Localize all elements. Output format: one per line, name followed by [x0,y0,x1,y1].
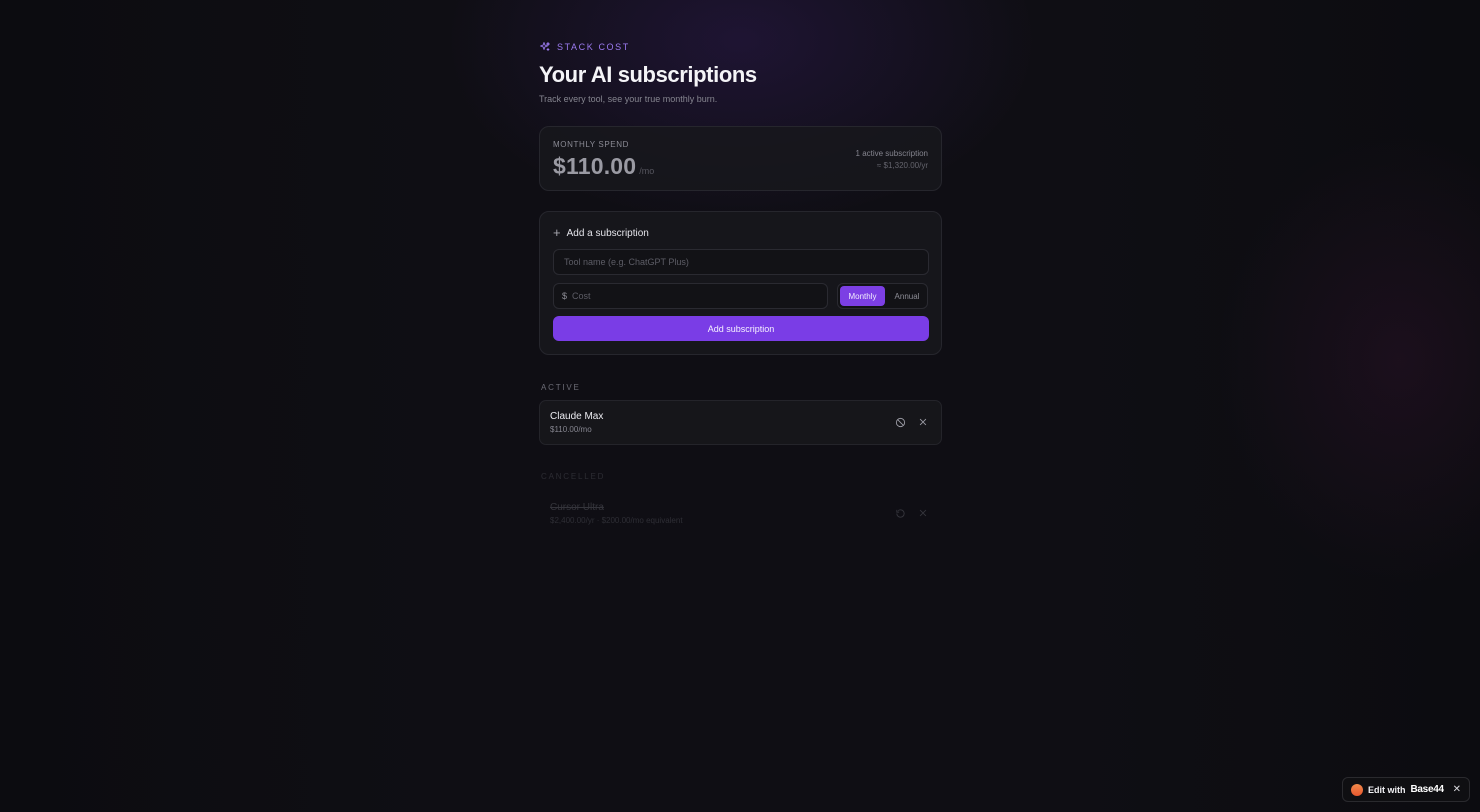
spend-meta: 1 active subscription ≈ $1,320.00/yr [856,148,928,172]
edit-with-base44-badge[interactable]: Edit with Base44 ✕ [1342,777,1470,802]
add-subscription-button[interactable]: Add subscription [553,316,929,341]
currency-symbol: $ [562,291,568,301]
close-icon[interactable]: ✕ [1453,784,1461,795]
tool-name-input[interactable]: Tool name (e.g. ChatGPT Plus) [553,249,929,275]
monthly-spend-card: MONTHLY SPEND $110.00 /mo 1 active subsc… [539,126,942,191]
cancelled-section-label: CANCELLED [541,472,606,481]
brand-label: STACK COST [557,42,630,52]
add-heading: + Add a subscription [553,226,928,240]
badge-prefix: Edit with [1368,784,1406,795]
remove-icon[interactable] [917,507,929,519]
cost-placeholder: Cost [572,291,591,301]
billing-toggle: Monthly Annual [837,283,928,309]
page-title: Your AI subscriptions [539,62,757,87]
billing-monthly-option[interactable]: Monthly [840,286,885,306]
cost-row: $ Cost Monthly Annual [553,283,928,309]
cost-input[interactable]: $ Cost [553,283,828,309]
subscription-name: Cursor Ultra [550,502,604,513]
subscription-price: $2,400.00/yr · $200.00/mo equivalent [550,516,683,525]
active-count: 1 active subscription [855,149,928,158]
subscription-price: $110.00/mo [550,425,592,434]
billing-annual-option[interactable]: Annual [888,286,926,306]
spend-amount: $110.00 [553,153,637,179]
row-actions [894,416,929,428]
row-actions [894,507,929,519]
sparkles-icon [539,41,551,53]
subscription-name: Claude Max [550,411,604,422]
restore-icon[interactable] [894,507,906,519]
plus-icon: + [553,225,561,240]
annual-equivalent: ≈ $1,320.00/yr [876,161,928,170]
base44-logo-icon [1351,783,1363,796]
page-subtitle: Track every tool, see your true monthly … [539,94,718,104]
cancel-subscription-icon[interactable] [894,416,906,428]
tool-name-placeholder: Tool name (e.g. ChatGPT Plus) [564,257,689,267]
main-column: STACK COST Your AI subscriptions Track e… [539,40,942,536]
spend-unit: /mo [639,166,655,176]
subscription-row: Claude Max $110.00/mo [539,400,942,445]
brand: STACK COST [539,40,942,54]
add-subscription-card: + Add a subscription Tool name (e.g. Cha… [539,211,942,355]
remove-icon[interactable] [917,416,929,428]
add-heading-label: Add a subscription [566,227,649,239]
badge-brand: Base44 [1410,784,1445,795]
active-section-label: ACTIVE [541,383,581,392]
cancelled-subscription-row: Cursor Ultra $2,400.00/yr · $200.00/mo e… [539,491,942,536]
